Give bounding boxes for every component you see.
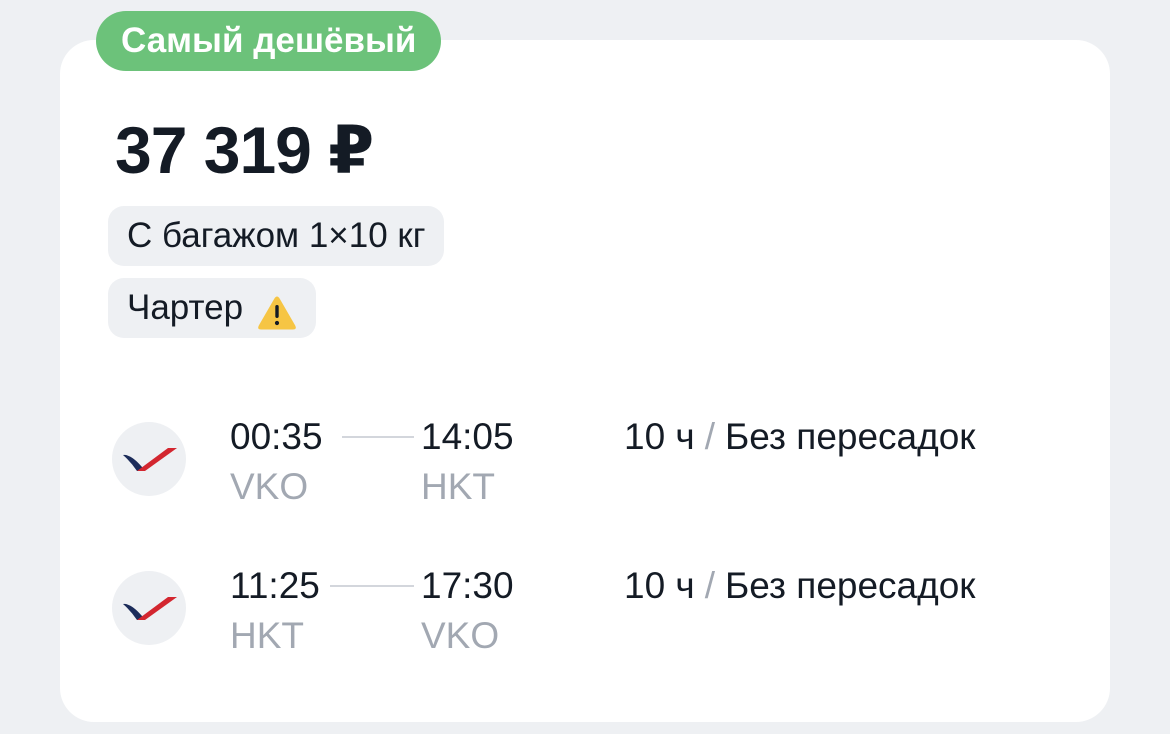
charter-label: Чартер [127,288,244,327]
route-line [330,585,414,587]
airline-logo-icon [112,571,186,645]
departure-time: 11:25 [230,565,320,606]
stops-label: Без пересадок [725,565,976,606]
departure-time: 00:35 [230,416,323,457]
arrival-airport: VKO [421,615,500,656]
flight-segment-outbound: 00:35 14:05 VKO HKT 10 ч / Без пересадок [0,415,1170,525]
duration-value: 10 ч [624,565,695,606]
ticket-price: 37 319 ₽ [115,113,374,187]
charter-chip[interactable]: Чартер [108,278,317,338]
arrival-time: 17:30 [421,565,514,606]
arrival-airport: HKT [421,466,495,507]
cheapest-badge: Самый дешёвый [96,11,442,71]
airline-logo-icon [112,422,186,496]
arrival-time: 14:05 [421,416,514,457]
stops-label: Без пересадок [725,416,976,457]
departure-airport: HKT [230,615,304,656]
separator: / [704,416,715,457]
warning-icon [257,290,297,330]
departure-airport: VKO [230,466,309,507]
separator: / [704,565,715,606]
duration-value: 10 ч [624,416,695,457]
route-line [342,436,414,438]
baggage-label: С багажом 1×10 кг [127,216,426,255]
flight-duration: 10 ч / Без пересадок [624,415,976,459]
flight-duration: 10 ч / Без пересадок [624,564,976,608]
flight-segment-return: 11:25 17:30 HKT VKO 10 ч / Без пересадок [0,564,1170,674]
baggage-chip: С багажом 1×10 кг [108,206,445,266]
